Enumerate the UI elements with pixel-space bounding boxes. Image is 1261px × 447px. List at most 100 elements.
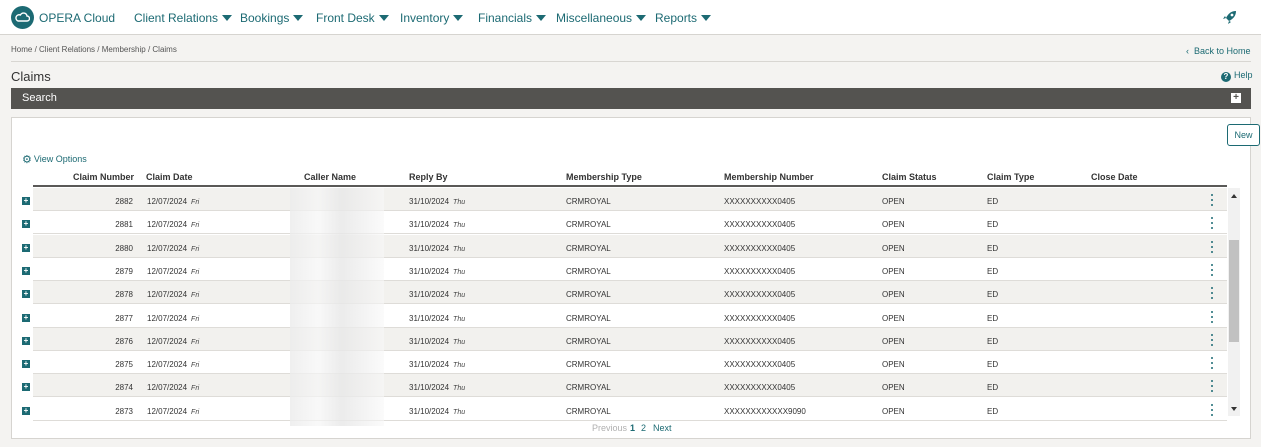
table-row[interactable]: +2877 12/07/2024 Fri 31/10/2024 Thu CRMROYAL X… xyxy=(0,305,1261,328)
plus-icon[interactable]: + xyxy=(22,243,30,252)
cell-value: 31/10/2024 xyxy=(409,197,450,206)
scroll-down-icon[interactable] xyxy=(1231,407,1237,411)
kebab-menu-icon[interactable] xyxy=(1209,240,1215,255)
table-row[interactable]: +2881 12/07/2024 Fri 31/10/2024 Thu CRMROYAL X… xyxy=(0,211,1261,235)
kebab-menu-icon[interactable] xyxy=(1209,263,1215,278)
table-scrollbar[interactable] xyxy=(1228,188,1240,416)
membership-number-cell: XXXXXXXXXX0405 xyxy=(724,337,795,346)
table-row[interactable]: +2882 12/07/2024 Fri 31/10/2024 Thu CRMROYAL X… xyxy=(0,188,1261,211)
cell-value: OPEN xyxy=(882,197,905,206)
table-row[interactable]: +2875 12/07/2024 Fri 31/10/2024 Thu CRMROYAL X… xyxy=(0,351,1261,375)
table-row[interactable]: +2874 12/07/2024 Fri 31/10/2024 Thu CRMROYAL X… xyxy=(0,374,1261,398)
cell-value: XXXXXXXXXX0405 xyxy=(724,197,796,206)
cell-value: OPEN xyxy=(882,383,905,393)
nav-miscellaneous[interactable]: Miscellaneous xyxy=(556,11,647,25)
column-header-membership-number[interactable]: Membership Number xyxy=(724,172,814,182)
kebab-menu-icon[interactable] xyxy=(1209,357,1215,371)
weekday-label: Fri xyxy=(191,199,200,206)
claim-type-cell: ED xyxy=(987,267,998,276)
scrollbar-thumb[interactable] xyxy=(1229,240,1239,342)
nav-client-relations[interactable]: Client Relations xyxy=(134,11,233,25)
table-row[interactable]: +2880 12/07/2024 Fri 31/10/2024 Thu CRMROYAL X… xyxy=(0,234,1261,258)
kebab-menu-icon[interactable] xyxy=(1209,403,1215,418)
membership-number-cell: XXXXXXXXXX0405 xyxy=(724,244,795,253)
membership-type-cell: CRMROYAL xyxy=(566,267,611,276)
plus-icon[interactable]: + xyxy=(1231,93,1241,103)
plus-icon[interactable]: + xyxy=(22,313,30,322)
weekday-label: Fri xyxy=(191,385,200,393)
new-button[interactable]: New xyxy=(1227,124,1260,146)
plus-icon[interactable]: + xyxy=(22,406,30,415)
kebab-menu-icon[interactable] xyxy=(1209,194,1215,208)
scroll-up-icon[interactable] xyxy=(1231,194,1237,198)
column-header-claim-type[interactable]: Claim Type xyxy=(987,172,1034,182)
plus-icon[interactable]: + xyxy=(22,220,30,229)
column-header-claim-number[interactable]: Claim Number xyxy=(73,172,134,182)
caret-down-icon xyxy=(453,15,464,21)
cell-value: ED xyxy=(987,243,999,253)
membership-number-cell: XXXXXXXXXX0405 xyxy=(724,314,795,323)
claim-date-cell: 12/07/2024 Fri xyxy=(147,383,199,392)
caret-down-icon xyxy=(378,15,389,21)
column-header-reply-by[interactable]: Reply By xyxy=(409,172,448,182)
column-header-claim-date[interactable]: Claim Date xyxy=(146,172,193,182)
claim-date-cell: 12/07/2024 Fri xyxy=(147,267,199,276)
cell-value: OPEN xyxy=(882,220,905,230)
cell-value: OPEN xyxy=(882,290,905,300)
rocket-icon[interactable] xyxy=(1222,9,1238,25)
kebab-menu-icon[interactable] xyxy=(1209,333,1215,348)
nav-front-desk[interactable]: Front Desk xyxy=(316,11,389,25)
nav-reports[interactable]: Reports xyxy=(655,11,712,25)
membership-type-cell: CRMROYAL xyxy=(566,407,611,416)
cell-value: 31/10/2024 xyxy=(409,313,450,323)
kebab-menu-icon[interactable] xyxy=(1209,287,1215,301)
nav-inventory[interactable]: Inventory xyxy=(400,11,464,25)
column-header-close-date[interactable]: Close Date xyxy=(1091,172,1138,182)
plus-icon[interactable]: + xyxy=(22,360,30,369)
column-header-caller-name[interactable]: Caller Name xyxy=(304,172,356,182)
pagination-next[interactable]: Next xyxy=(653,423,672,433)
plus-icon[interactable]: + xyxy=(22,290,30,299)
back-to-home-link[interactable]: ‹ Back to Home xyxy=(1186,46,1251,56)
column-header-claim-status[interactable]: Claim Status xyxy=(882,172,937,182)
kebab-menu-icon[interactable] xyxy=(1209,217,1215,231)
help-link[interactable]: ? Help xyxy=(1221,70,1253,82)
table-row[interactable]: +2873 12/07/2024 Fri 31/10/2024 Thu CRMROYAL X… xyxy=(0,398,1261,421)
search-panel-header[interactable]: Search + xyxy=(11,88,1251,109)
cell-value: OPEN xyxy=(882,313,905,323)
weekday-label: Thu xyxy=(453,292,466,300)
cloud-logo-icon[interactable] xyxy=(11,6,34,29)
cell-value: OPEN xyxy=(882,360,905,370)
header-divider xyxy=(33,185,1227,187)
table-row[interactable]: +2878 12/07/2024 Fri 31/10/2024 Thu CRMROYAL X… xyxy=(0,281,1261,305)
claim-date-cell: 12/07/2024 Fri xyxy=(147,360,199,369)
plus-icon[interactable]: + xyxy=(22,336,30,345)
claim-number-cell: 2878 xyxy=(115,290,133,300)
cell-value: ED xyxy=(987,313,999,323)
view-options-link[interactable]: ⚙ View Options xyxy=(22,153,87,166)
table-row[interactable]: +2876 12/07/2024 Fri 31/10/2024 Thu CRMROYAL X… xyxy=(0,327,1261,351)
claim-number-cell: 2873 xyxy=(115,406,133,416)
kebab-menu-icon[interactable] xyxy=(1209,380,1215,394)
kebab-menu-icon[interactable] xyxy=(1209,310,1215,325)
row-background xyxy=(33,327,1227,351)
weekday-label: Thu xyxy=(453,362,466,370)
row-background xyxy=(33,258,1227,281)
brand-name[interactable]: OPERA Cloud xyxy=(39,11,115,25)
plus-icon[interactable]: + xyxy=(22,197,30,205)
nav-financials[interactable]: Financials xyxy=(478,11,547,25)
column-header-membership-type[interactable]: Membership Type xyxy=(566,172,642,182)
pagination-page-2[interactable]: 2 xyxy=(641,423,646,433)
breadcrumb[interactable]: Home / Client Relations / Membership / C… xyxy=(11,45,177,54)
plus-icon[interactable]: + xyxy=(22,266,30,275)
cell-value: ED xyxy=(987,266,999,276)
weekday-label: Thu xyxy=(453,408,466,416)
reply-by-cell: 31/10/2024 Thu xyxy=(409,267,465,276)
pagination-page-1[interactable]: 1 xyxy=(630,423,635,433)
table-row[interactable]: +2879 12/07/2024 Fri 31/10/2024 Thu CRMROYAL X… xyxy=(0,258,1261,281)
claim-number-cell: 2881 xyxy=(115,220,133,230)
nav-bookings[interactable]: Bookings xyxy=(240,11,304,25)
claim-type-cell: ED xyxy=(987,314,998,323)
plus-icon[interactable]: + xyxy=(22,383,30,392)
cell-value: XXXXXXXXXX0405 xyxy=(724,243,796,253)
